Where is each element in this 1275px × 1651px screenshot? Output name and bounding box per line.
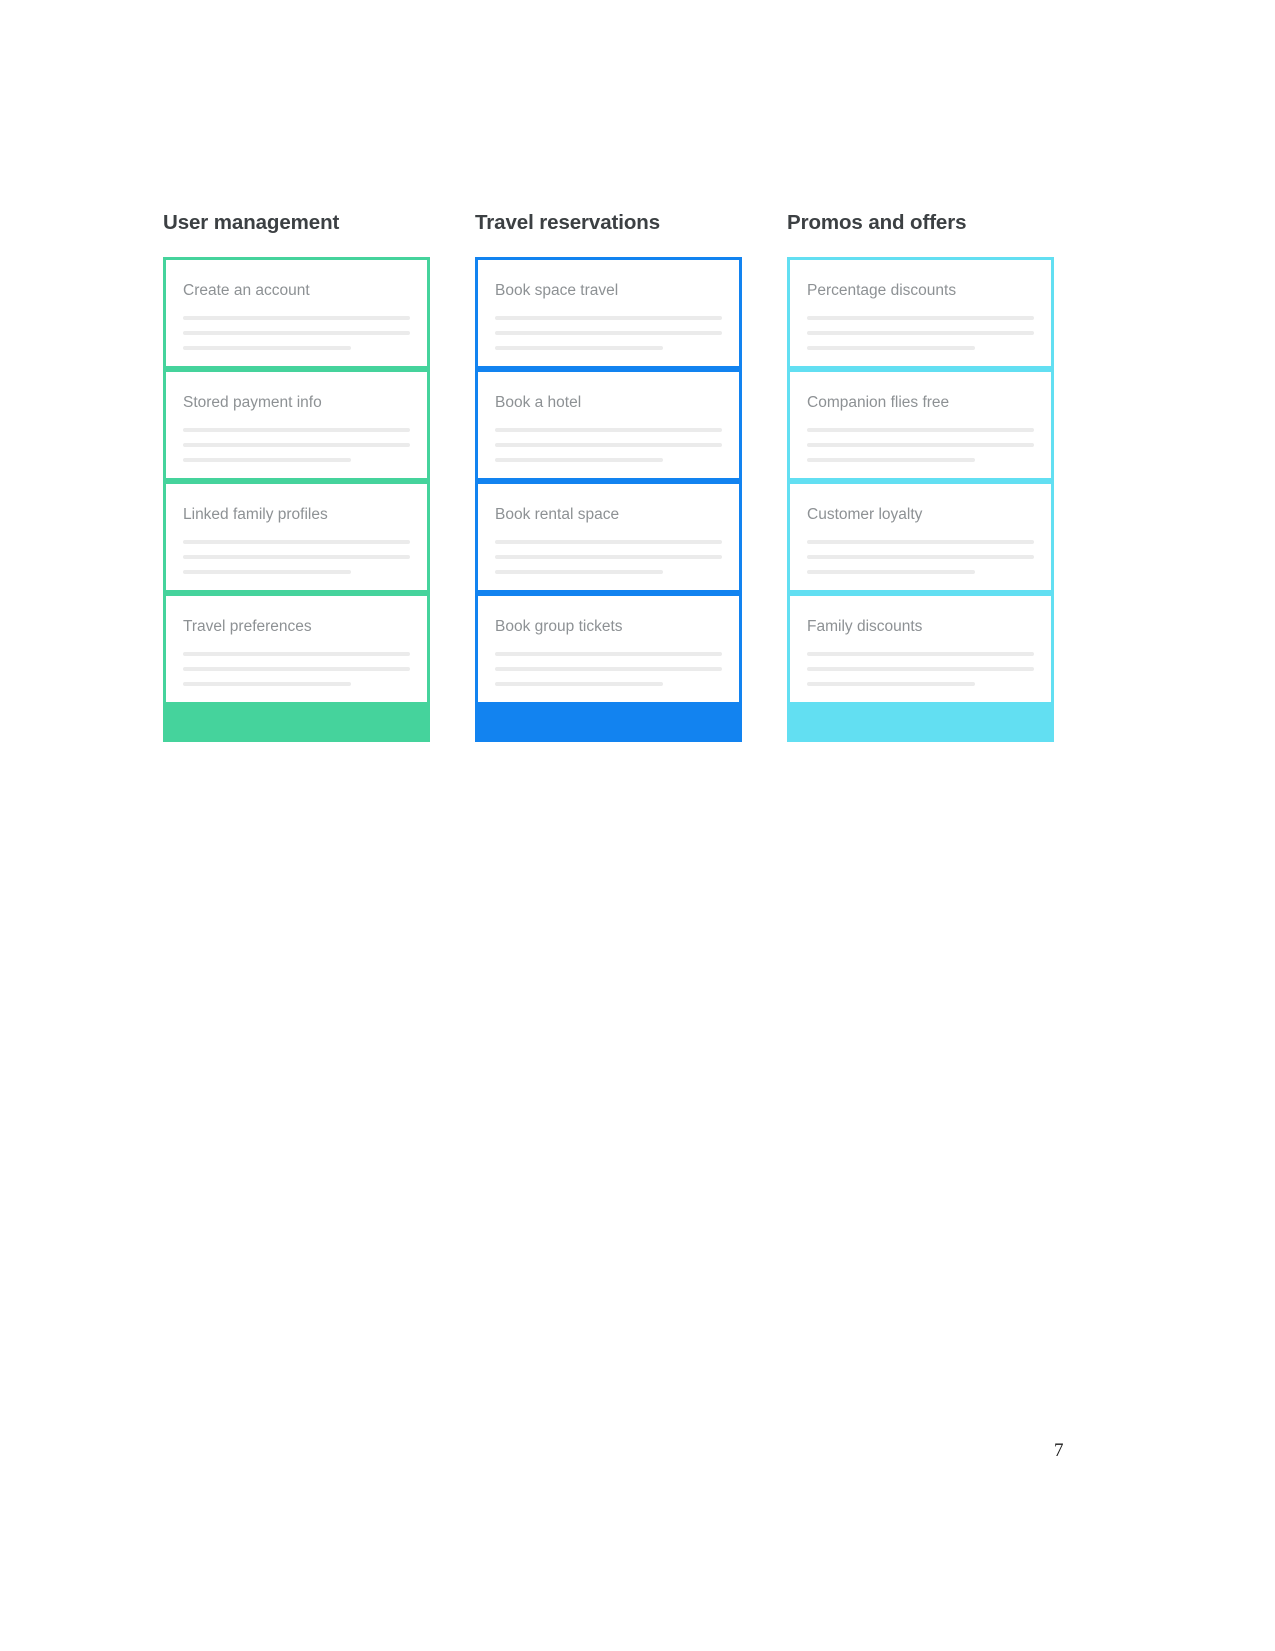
placeholder-line bbox=[183, 570, 351, 575]
placeholder-line bbox=[495, 540, 722, 545]
card-placeholder-lines bbox=[807, 316, 1034, 351]
card-book-a-hotel[interactable]: Book a hotel bbox=[478, 371, 739, 478]
card-linked-family-profiles[interactable]: Linked family profiles bbox=[166, 483, 427, 590]
card-book-rental-space[interactable]: Book rental space bbox=[478, 483, 739, 590]
placeholder-line bbox=[183, 331, 410, 336]
card-title: Create an account bbox=[183, 281, 310, 299]
placeholder-line bbox=[807, 540, 1034, 545]
placeholder-line bbox=[183, 428, 410, 433]
placeholder-line bbox=[183, 458, 351, 463]
card-title: Book group tickets bbox=[495, 617, 623, 635]
placeholder-line bbox=[495, 331, 722, 336]
card-book-group-tickets[interactable]: Book group tickets bbox=[478, 595, 739, 702]
placeholder-line bbox=[495, 443, 722, 448]
card-placeholder-lines bbox=[807, 652, 1034, 687]
placeholder-line bbox=[807, 443, 1034, 448]
placeholder-line bbox=[807, 346, 975, 351]
placeholder-line bbox=[183, 682, 351, 687]
card-travel-preferences[interactable]: Travel preferences bbox=[166, 595, 427, 702]
card-stack-user-management: Create an account Stored payment info Li… bbox=[163, 256, 430, 742]
card-placeholder-lines bbox=[183, 428, 410, 463]
placeholder-line bbox=[807, 316, 1034, 321]
page-number: 7 bbox=[1054, 1440, 1064, 1461]
placeholder-line bbox=[807, 682, 975, 687]
card-title: Book a hotel bbox=[495, 393, 582, 411]
placeholder-line bbox=[183, 316, 410, 321]
placeholder-line bbox=[183, 555, 410, 560]
card-placeholder-lines bbox=[495, 540, 722, 575]
card-board: User management Create an account Stored… bbox=[163, 211, 1063, 742]
placeholder-line bbox=[495, 667, 722, 672]
placeholder-line bbox=[183, 652, 410, 657]
placeholder-line bbox=[495, 682, 663, 687]
column-promos-and-offers: Promos and offers Percentage discounts C… bbox=[787, 211, 1054, 742]
card-title: Family discounts bbox=[807, 617, 923, 635]
placeholder-line bbox=[495, 570, 663, 575]
placeholder-line bbox=[495, 555, 722, 560]
placeholder-line bbox=[807, 458, 975, 463]
card-placeholder-lines bbox=[807, 540, 1034, 575]
column-header-user-management: User management bbox=[163, 211, 340, 234]
card-title: Stored payment info bbox=[183, 393, 322, 411]
card-family-discounts[interactable]: Family discounts bbox=[790, 595, 1051, 702]
card-title: Book space travel bbox=[495, 281, 619, 299]
placeholder-line bbox=[807, 331, 1034, 336]
placeholder-line bbox=[495, 346, 663, 351]
card-placeholder-lines bbox=[183, 652, 410, 687]
placeholder-line bbox=[183, 346, 351, 351]
placeholder-line bbox=[495, 316, 722, 321]
card-title: Customer loyalty bbox=[807, 505, 923, 523]
column-header-travel-reservations: Travel reservations bbox=[475, 211, 660, 234]
card-customer-loyalty[interactable]: Customer loyalty bbox=[790, 483, 1051, 590]
placeholder-line bbox=[183, 667, 410, 672]
card-title: Linked family profiles bbox=[183, 505, 328, 523]
placeholder-line bbox=[495, 458, 663, 463]
card-percentage-discounts[interactable]: Percentage discounts bbox=[790, 259, 1051, 366]
placeholder-line bbox=[807, 667, 1034, 672]
card-stack-travel-reservations: Book space travel Book a hotel Book rent… bbox=[475, 256, 742, 742]
card-book-space-travel[interactable]: Book space travel bbox=[478, 259, 739, 366]
placeholder-line bbox=[495, 428, 722, 433]
column-travel-reservations: Travel reservations Book space travel Bo… bbox=[475, 211, 742, 742]
card-create-an-account[interactable]: Create an account bbox=[166, 259, 427, 366]
card-title: Book rental space bbox=[495, 505, 620, 523]
card-title: Companion flies free bbox=[807, 393, 950, 411]
card-placeholder-lines bbox=[807, 428, 1034, 463]
card-placeholder-lines bbox=[183, 540, 410, 575]
placeholder-line bbox=[807, 570, 975, 575]
placeholder-line bbox=[495, 652, 722, 657]
placeholder-line bbox=[183, 443, 410, 448]
placeholder-line bbox=[807, 428, 1034, 433]
placeholder-line bbox=[807, 652, 1034, 657]
card-companion-flies-free[interactable]: Companion flies free bbox=[790, 371, 1051, 478]
card-title: Travel preferences bbox=[183, 617, 312, 635]
card-placeholder-lines bbox=[183, 316, 410, 351]
card-stack-promos-and-offers: Percentage discounts Companion flies fre… bbox=[787, 256, 1054, 742]
card-title: Percentage discounts bbox=[807, 281, 957, 299]
card-placeholder-lines bbox=[495, 652, 722, 687]
placeholder-line bbox=[183, 540, 410, 545]
column-user-management: User management Create an account Stored… bbox=[163, 211, 430, 742]
column-header-promos-and-offers: Promos and offers bbox=[787, 211, 967, 234]
card-placeholder-lines bbox=[495, 428, 722, 463]
card-placeholder-lines bbox=[495, 316, 722, 351]
card-stored-payment-info[interactable]: Stored payment info bbox=[166, 371, 427, 478]
placeholder-line bbox=[807, 555, 1034, 560]
